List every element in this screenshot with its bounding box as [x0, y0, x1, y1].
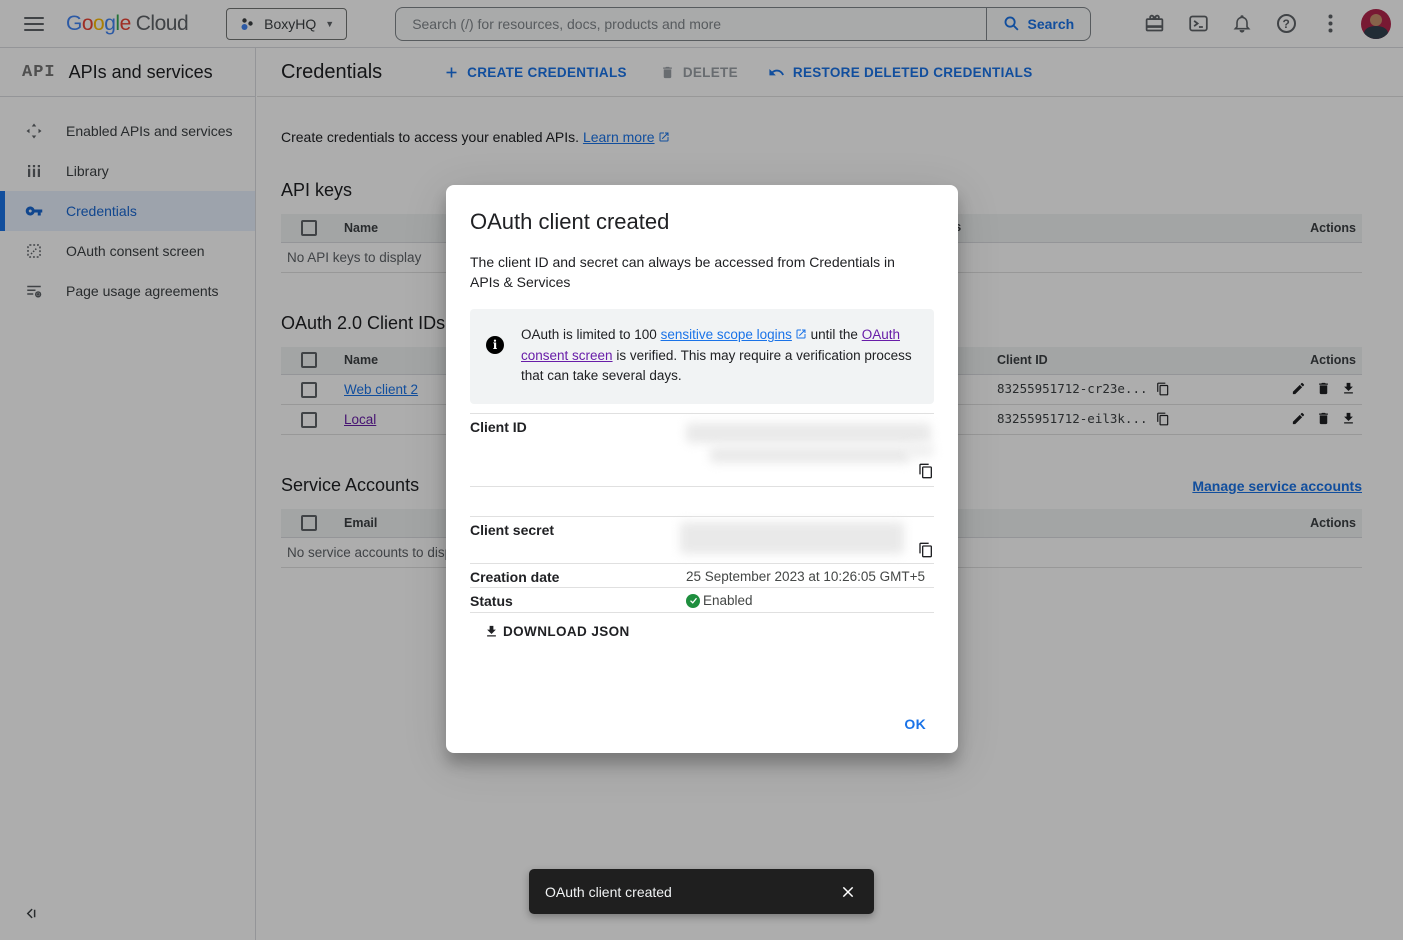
copy-icon[interactable]: [918, 542, 934, 561]
sensitive-scope-logins-link[interactable]: sensitive scope logins: [661, 327, 792, 342]
check-circle-icon: [686, 594, 700, 608]
client-id-value-redacted: [686, 414, 934, 486]
spacer-row: [470, 486, 934, 516]
client-id-label: Client ID: [470, 414, 686, 486]
download-json-label: DOWNLOAD JSON: [503, 624, 630, 639]
info-icon: i: [486, 336, 504, 354]
status-label: Status: [470, 588, 686, 612]
creation-date-row: Creation date 25 September 2023 at 10:26…: [470, 563, 934, 587]
client-details: Client ID Client secret Creation date 25…: [470, 413, 934, 613]
notice-text: OAuth is limited to 100 sensitive scope …: [521, 325, 916, 386]
close-icon[interactable]: [840, 884, 856, 900]
client-id-row: Client ID: [470, 413, 934, 486]
toast-message: OAuth client created: [545, 884, 840, 900]
download-json-button[interactable]: DOWNLOAD JSON: [484, 624, 630, 639]
ok-button[interactable]: OK: [896, 710, 934, 738]
dialog-description: The client ID and secret can always be a…: [470, 252, 910, 292]
download-icon: [484, 624, 499, 639]
status-badge: Enabled: [703, 593, 753, 608]
notice-segment: OAuth is limited to 100: [521, 327, 661, 342]
external-link-icon: [795, 326, 807, 346]
notice-box: i OAuth is limited to 100 sensitive scop…: [470, 309, 934, 404]
creation-date-label: Creation date: [470, 564, 686, 587]
client-secret-label: Client secret: [470, 517, 686, 563]
client-secret-value-redacted: [686, 517, 934, 563]
client-secret-row: Client secret: [470, 516, 934, 563]
status-row: Status Enabled: [470, 587, 934, 612]
creation-date-value: 25 September 2023 at 10:26:05 GMT+5: [686, 564, 934, 587]
copy-icon[interactable]: [918, 463, 934, 482]
dialog-title: OAuth client created: [470, 209, 934, 235]
notice-segment: until the: [807, 327, 862, 342]
oauth-client-created-dialog: OAuth client created The client ID and s…: [446, 185, 958, 753]
toast: OAuth client created: [529, 869, 874, 914]
